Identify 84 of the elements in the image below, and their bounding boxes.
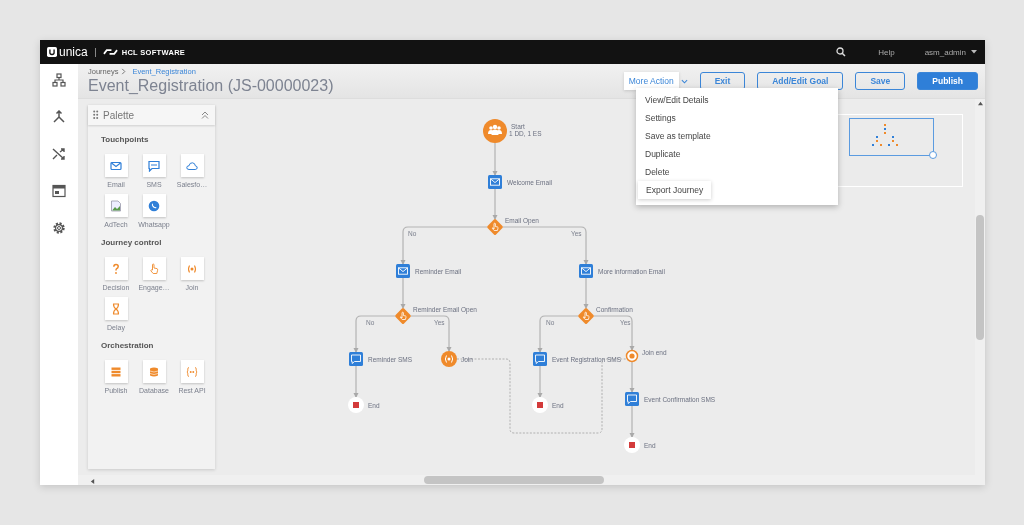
settings-icon[interactable] xyxy=(52,221,66,235)
vertical-scrollbar[interactable] xyxy=(975,99,985,475)
menu-item[interactable]: View/Edit Details xyxy=(636,91,718,109)
broken-image-icon xyxy=(110,199,122,212)
connector-line xyxy=(353,315,396,353)
product-name: unica xyxy=(59,45,88,59)
sms-node[interactable] xyxy=(533,352,547,366)
menu-item[interactable]: Delete xyxy=(636,163,679,181)
connector-line xyxy=(537,315,579,353)
merge-icon[interactable] xyxy=(52,110,66,124)
user-menu[interactable]: asm_admin xyxy=(924,47,966,57)
palette-tile[interactable] xyxy=(142,360,166,383)
drag-handle-icon[interactable] xyxy=(93,110,99,120)
end-node[interactable] xyxy=(624,437,640,453)
join-node[interactable] xyxy=(441,351,457,367)
caret-icon[interactable] xyxy=(971,50,977,54)
start-node[interactable] xyxy=(483,119,507,143)
minimap-viewport[interactable] xyxy=(849,118,934,156)
email-node[interactable] xyxy=(579,264,593,278)
section-title: Journey control xyxy=(101,238,163,247)
horizontal-scrollbar[interactable] xyxy=(78,475,985,485)
sms-node[interactable] xyxy=(349,352,363,366)
layout-icon[interactable] xyxy=(52,184,66,198)
connector-line xyxy=(629,361,635,393)
palette-title: Palette xyxy=(103,109,135,121)
envelope-icon xyxy=(110,159,122,172)
palette-tile[interactable] xyxy=(142,154,166,177)
shuffle-icon[interactable] xyxy=(52,147,66,161)
connector-line xyxy=(629,405,635,438)
palette-tile[interactable] xyxy=(180,154,204,177)
menu-item[interactable]: Export Journey xyxy=(638,181,712,199)
palette-tile[interactable] xyxy=(104,154,128,177)
more-action-button[interactable]: More Action xyxy=(623,72,679,90)
section-title: Orchestration xyxy=(101,341,155,350)
target-icon xyxy=(186,262,198,275)
connector-line xyxy=(492,188,498,220)
scroll-up-icon[interactable] xyxy=(977,101,983,106)
end-node[interactable] xyxy=(532,397,548,413)
join-end-node[interactable] xyxy=(625,349,639,363)
hourglass-icon xyxy=(110,302,122,315)
question-icon xyxy=(110,262,122,275)
palette-tile[interactable] xyxy=(180,257,204,280)
section-title: Touchpoints xyxy=(101,135,150,144)
connector-line xyxy=(537,365,543,398)
action-button[interactable]: Publish xyxy=(917,72,978,90)
scroll-left-icon[interactable] xyxy=(90,478,95,484)
palette-tile[interactable] xyxy=(104,360,128,383)
email-node[interactable] xyxy=(488,175,502,189)
company-logo-icon xyxy=(102,48,118,56)
help-link[interactable]: Help xyxy=(878,47,895,57)
sms-node[interactable] xyxy=(625,392,639,406)
connector-line xyxy=(492,142,498,176)
phone-bubble-icon xyxy=(148,199,160,212)
palette-tile[interactable] xyxy=(142,194,166,217)
menu-item[interactable]: Settings xyxy=(636,109,685,127)
palette-tile[interactable] xyxy=(142,257,166,280)
palette-tile[interactable] xyxy=(104,194,128,217)
scroll-thumb[interactable] xyxy=(976,215,984,340)
list-icon xyxy=(110,365,122,378)
connector-line xyxy=(410,315,452,352)
hierarchy-icon[interactable] xyxy=(52,73,66,87)
menu-item[interactable]: Duplicate xyxy=(636,145,690,163)
hand-icon xyxy=(148,262,160,275)
end-node[interactable] xyxy=(348,397,364,413)
palette-tile[interactable] xyxy=(104,297,128,320)
menu-item[interactable]: Save as template xyxy=(636,127,720,145)
resize-handle[interactable] xyxy=(929,151,937,159)
chevron-icon xyxy=(121,68,127,75)
chat-icon xyxy=(148,159,160,172)
palette-tile[interactable] xyxy=(104,257,128,280)
palette-tile[interactable] xyxy=(180,360,204,383)
connector-line xyxy=(583,277,589,309)
database-icon xyxy=(148,365,160,378)
connector-line xyxy=(353,365,359,398)
search-icon[interactable] xyxy=(836,47,847,57)
connector-line xyxy=(400,277,406,309)
email-node[interactable] xyxy=(396,264,410,278)
scroll-thumb[interactable] xyxy=(424,476,604,484)
collapse-icon[interactable] xyxy=(201,111,209,119)
cloud-icon xyxy=(186,159,198,172)
journey-title: Event_Registration (JS-00000023) xyxy=(88,77,334,95)
braces-icon xyxy=(186,365,198,378)
connector-line xyxy=(593,315,635,351)
logo-icon xyxy=(47,47,57,57)
